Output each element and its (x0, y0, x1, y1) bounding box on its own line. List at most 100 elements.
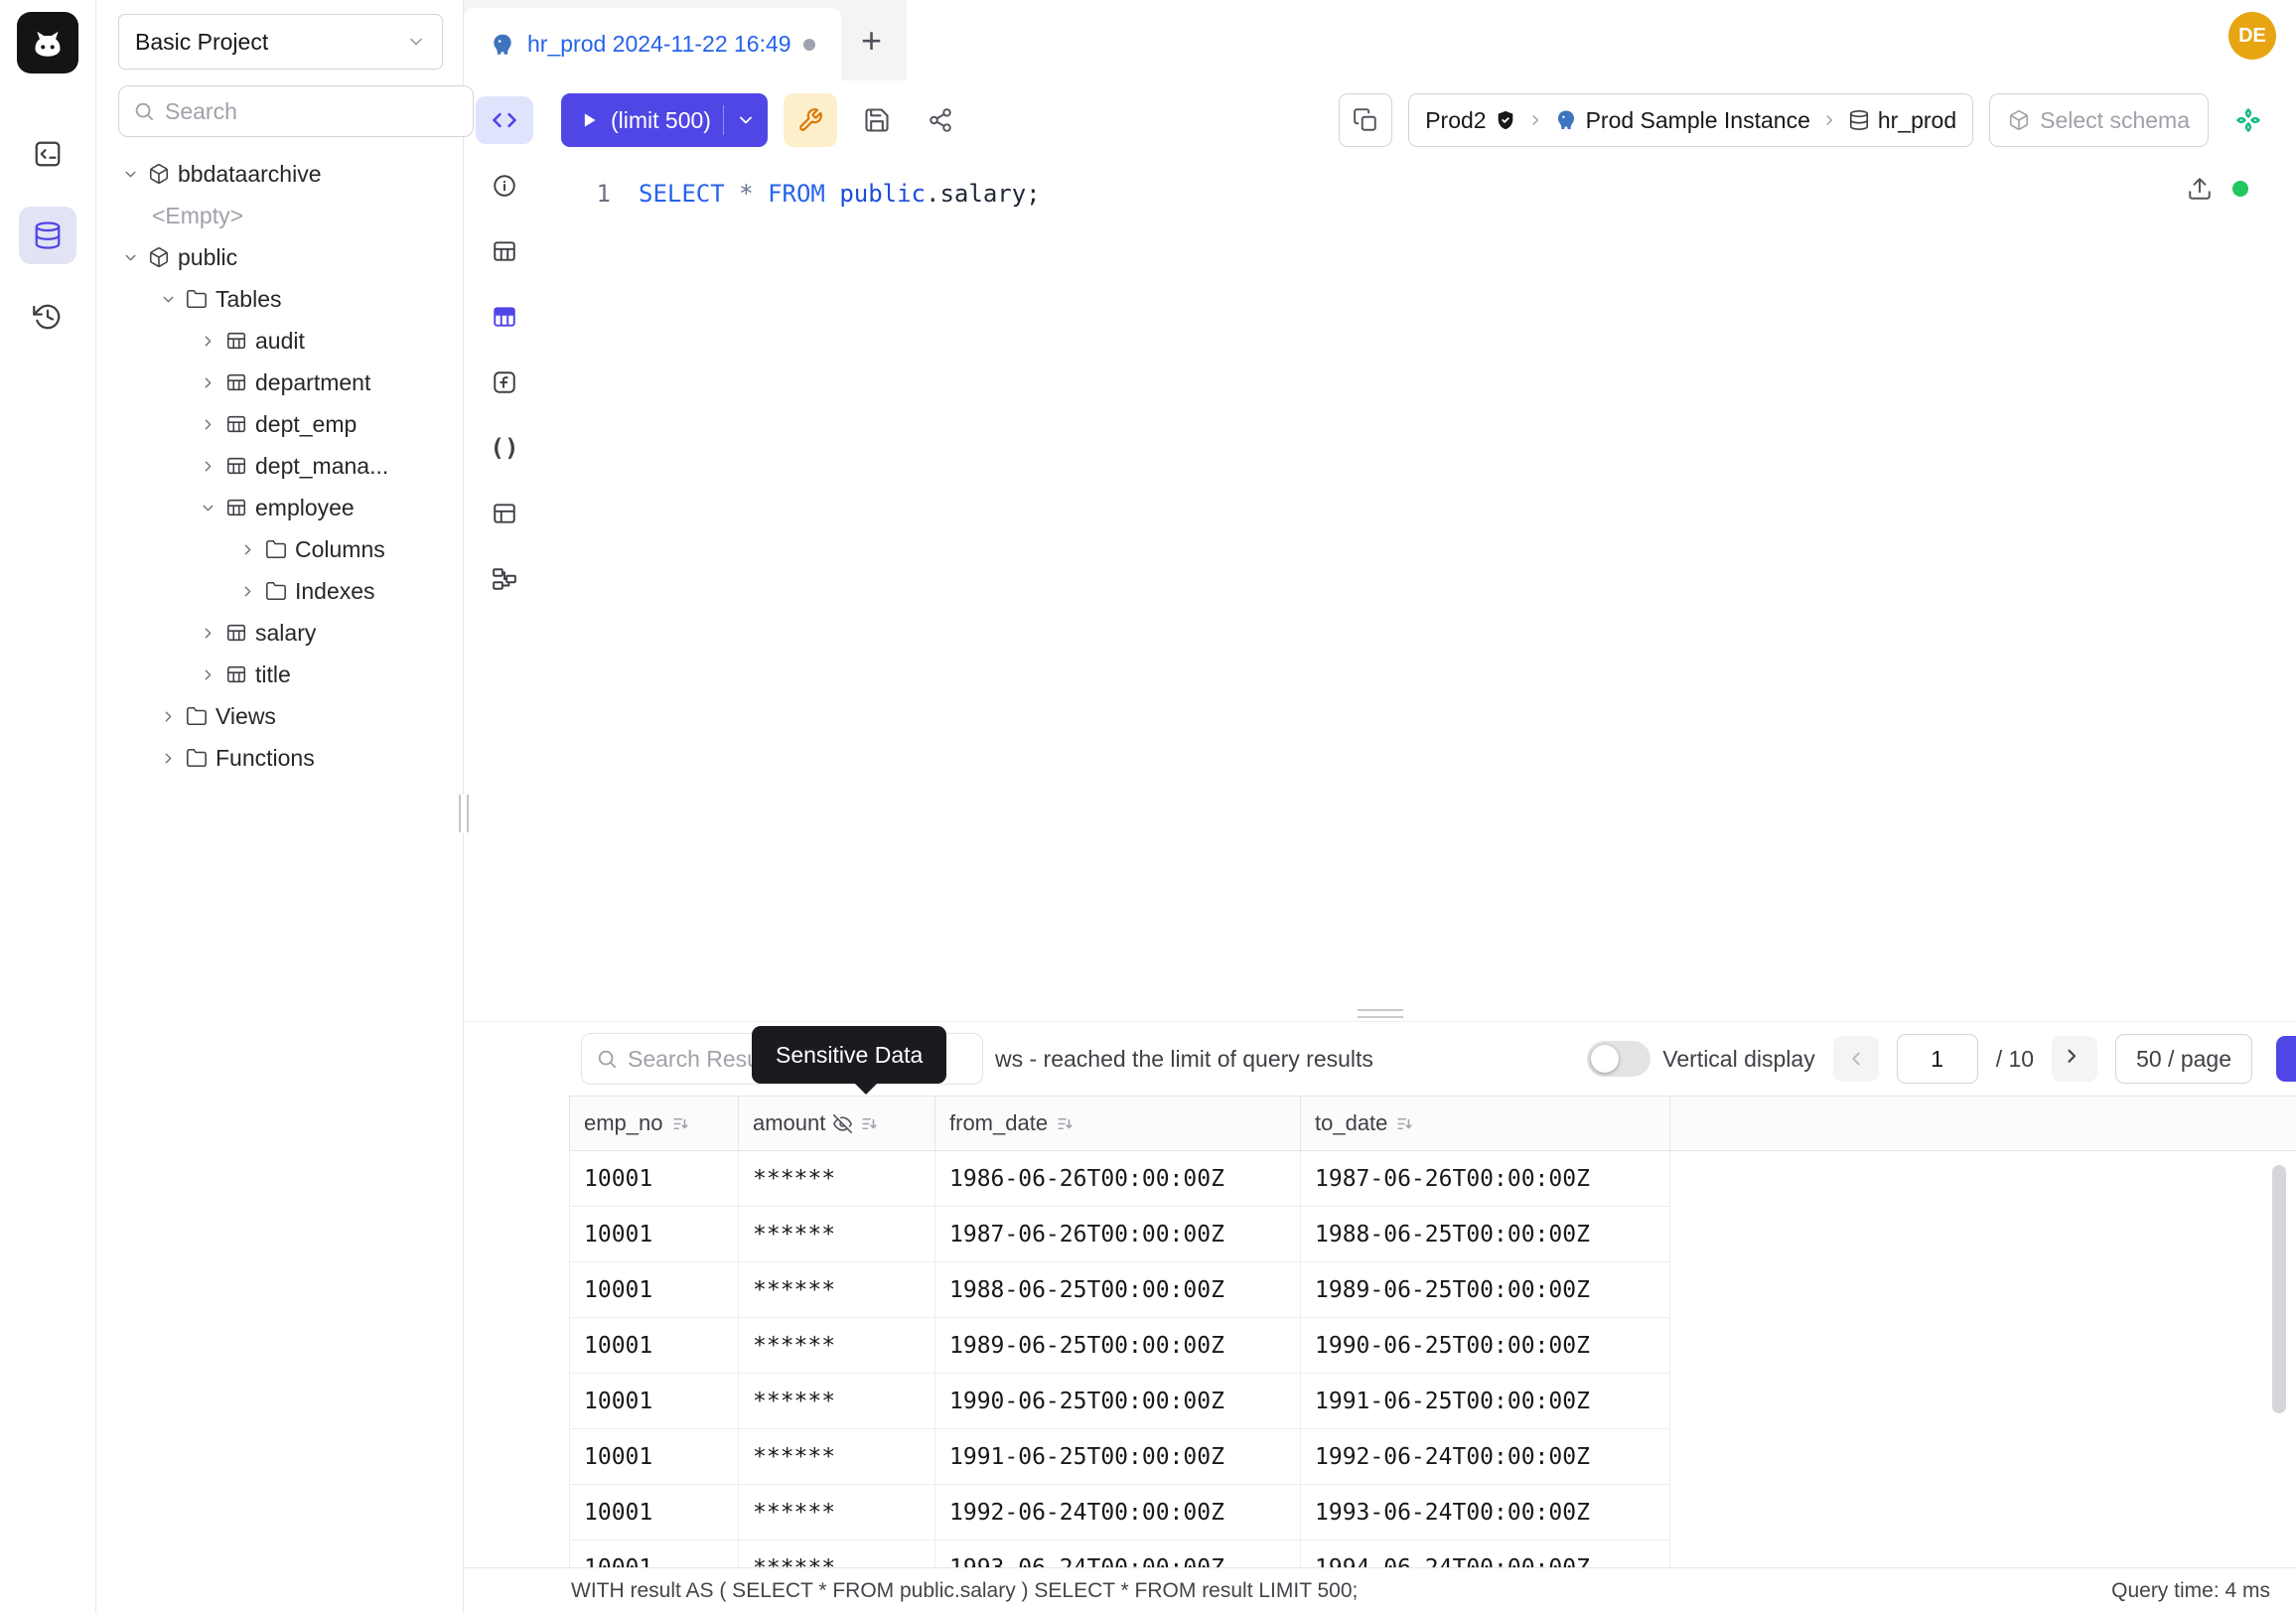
table-cell[interactable]: 1993-06-24T00:00:00Z (934, 1540, 1300, 1567)
page-size-select[interactable]: 50 / page (2115, 1034, 2252, 1084)
table-cell[interactable]: 10001 (569, 1318, 738, 1374)
tree-item-department[interactable]: department (96, 362, 463, 403)
bytebase-logo[interactable] (17, 12, 78, 73)
table-row[interactable]: 10001******1988-06-25T00:00:00Z1989-06-2… (569, 1262, 2296, 1318)
page-number-input[interactable] (1897, 1034, 1978, 1084)
tree-item-public[interactable]: public (96, 236, 463, 278)
table-cell[interactable]: ****** (738, 1429, 934, 1485)
tree-item-indexes[interactable]: Indexes (96, 570, 463, 612)
column-header-to-date[interactable]: to_date (1300, 1096, 1669, 1151)
new-tab-button[interactable]: + (841, 0, 903, 80)
chevron-right-icon[interactable] (200, 374, 217, 391)
sidebar-search-box[interactable] (118, 85, 474, 137)
table-cell[interactable]: 1993-06-24T00:00:00Z (1300, 1485, 1669, 1540)
code-editor-mode-button[interactable] (476, 96, 533, 144)
table-cell[interactable]: 10001 (569, 1151, 738, 1207)
table-cell[interactable]: 1986-06-26T00:00:00Z (934, 1151, 1300, 1207)
procedures-panel-button[interactable]: () (476, 424, 533, 472)
tree-item-views[interactable]: Views (96, 695, 463, 737)
tree-item-dept-emp[interactable]: dept_emp (96, 403, 463, 445)
tree-item-empty[interactable]: <Empty> (96, 195, 463, 236)
column-header-amount[interactable]: amount (738, 1096, 934, 1151)
table-cell[interactable]: 1992-06-24T00:00:00Z (934, 1485, 1300, 1540)
chevron-right-icon[interactable] (160, 708, 178, 725)
sort-icon[interactable] (860, 1114, 879, 1133)
tab-hr-prod[interactable]: hr_prod 2024-11-22 16:49 (464, 8, 841, 80)
table-cell[interactable]: 10001 (569, 1485, 738, 1540)
ai-assistant-button[interactable] (2224, 96, 2272, 144)
table-cell[interactable]: ****** (738, 1262, 934, 1318)
functions-panel-button[interactable] (476, 359, 533, 406)
table-cell[interactable]: ****** (738, 1318, 934, 1374)
table-cell[interactable]: 1991-06-25T00:00:00Z (934, 1429, 1300, 1485)
table-row[interactable]: 10001******1986-06-26T00:00:00Z1987-06-2… (569, 1151, 2296, 1207)
tree-item-columns[interactable]: Columns (96, 528, 463, 570)
eye-off-icon[interactable] (833, 1114, 852, 1133)
table-cell[interactable]: 1988-06-25T00:00:00Z (1300, 1207, 1669, 1262)
external-tables-panel-button[interactable] (476, 490, 533, 537)
avatar[interactable]: DE (2228, 12, 2276, 60)
format-sql-button[interactable] (784, 93, 837, 147)
tree-item-salary[interactable]: salary (96, 612, 463, 654)
database-crumb[interactable]: hr_prod (1848, 107, 1956, 134)
share-sheet-button[interactable] (917, 96, 964, 144)
table-cell[interactable]: 1987-06-26T00:00:00Z (934, 1207, 1300, 1262)
schema-diagram-button[interactable] (476, 555, 533, 603)
column-header-emp-no[interactable]: emp_no (569, 1096, 738, 1151)
table-row[interactable]: 10001******1991-06-25T00:00:00Z1992-06-2… (569, 1429, 2296, 1485)
table-cell[interactable]: ****** (738, 1151, 934, 1207)
table-data-panel-button[interactable] (476, 293, 533, 341)
prev-page-button[interactable] (1833, 1036, 1879, 1082)
chevron-right-icon[interactable] (200, 625, 217, 642)
chevron-down-icon[interactable] (122, 249, 140, 266)
results-scrollbar-thumb[interactable] (2272, 1165, 2286, 1413)
instance-crumb[interactable]: Prod Sample Instance (1554, 107, 1810, 134)
run-query-button[interactable]: (limit 500) (561, 93, 768, 147)
sort-icon[interactable] (1056, 1114, 1075, 1133)
rail-sql-editor-button[interactable] (19, 125, 76, 183)
chevron-right-icon[interactable] (239, 583, 257, 600)
info-panel-button[interactable] (476, 162, 533, 210)
table-cell[interactable]: 10001 (569, 1374, 738, 1429)
rail-database-button[interactable] (19, 207, 76, 264)
table-cell[interactable]: ****** (738, 1374, 934, 1429)
results-resize-handle[interactable] (464, 1006, 2296, 1022)
chevron-right-icon[interactable] (200, 416, 217, 433)
table-cell[interactable]: 1988-06-25T00:00:00Z (934, 1262, 1300, 1318)
table-cell[interactable]: 1989-06-25T00:00:00Z (934, 1318, 1300, 1374)
sort-icon[interactable] (671, 1114, 690, 1133)
vertical-display-toggle[interactable] (1587, 1041, 1650, 1077)
chevron-right-icon[interactable] (239, 541, 257, 558)
chevron-down-icon[interactable] (200, 500, 217, 516)
sql-editor[interactable]: 1 SELECT * FROM public.salary; (545, 160, 2296, 1006)
environment-crumb[interactable]: Prod2 (1425, 107, 1515, 134)
select-schema-button[interactable]: Select schema (1989, 93, 2209, 147)
sidebar-resize-handle[interactable] (459, 795, 469, 832)
next-page-button[interactable] (2052, 1036, 2097, 1082)
sidebar-search-input[interactable] (165, 98, 459, 125)
tree-item-dept-mana[interactable]: dept_mana... (96, 445, 463, 487)
tree-item-audit[interactable]: audit (96, 320, 463, 362)
table-cell[interactable]: 1990-06-25T00:00:00Z (934, 1374, 1300, 1429)
save-sheet-button[interactable] (853, 96, 901, 144)
results-panel-edge-button[interactable] (2276, 1036, 2296, 1082)
tree-item-employee[interactable]: employee (96, 487, 463, 528)
table-cell[interactable]: 1994-06-24T00:00:00Z (1300, 1540, 1669, 1567)
table-row[interactable]: 10001******1987-06-26T00:00:00Z1988-06-2… (569, 1207, 2296, 1262)
chevron-right-icon[interactable] (200, 666, 217, 683)
table-cell[interactable]: ****** (738, 1540, 934, 1567)
tree-item-bbdataarchive[interactable]: bbdataarchive (96, 153, 463, 195)
tree-item-functions[interactable]: Functions (96, 737, 463, 779)
project-selector[interactable]: Basic Project (118, 14, 443, 70)
chevron-right-icon[interactable] (200, 333, 217, 350)
table-cell[interactable]: ****** (738, 1485, 934, 1540)
chevron-down-icon[interactable] (122, 166, 140, 183)
table-row[interactable]: 10001******1993-06-24T00:00:00Z1994-06-2… (569, 1540, 2296, 1567)
table-cell[interactable]: 1991-06-25T00:00:00Z (1300, 1374, 1669, 1429)
chevron-right-icon[interactable] (160, 750, 178, 767)
table-cell[interactable]: 1992-06-24T00:00:00Z (1300, 1429, 1669, 1485)
chevron-down-icon[interactable] (160, 291, 178, 308)
copy-sheet-button[interactable] (1339, 93, 1392, 147)
rail-history-button[interactable] (19, 288, 76, 346)
table-cell[interactable]: ****** (738, 1207, 934, 1262)
